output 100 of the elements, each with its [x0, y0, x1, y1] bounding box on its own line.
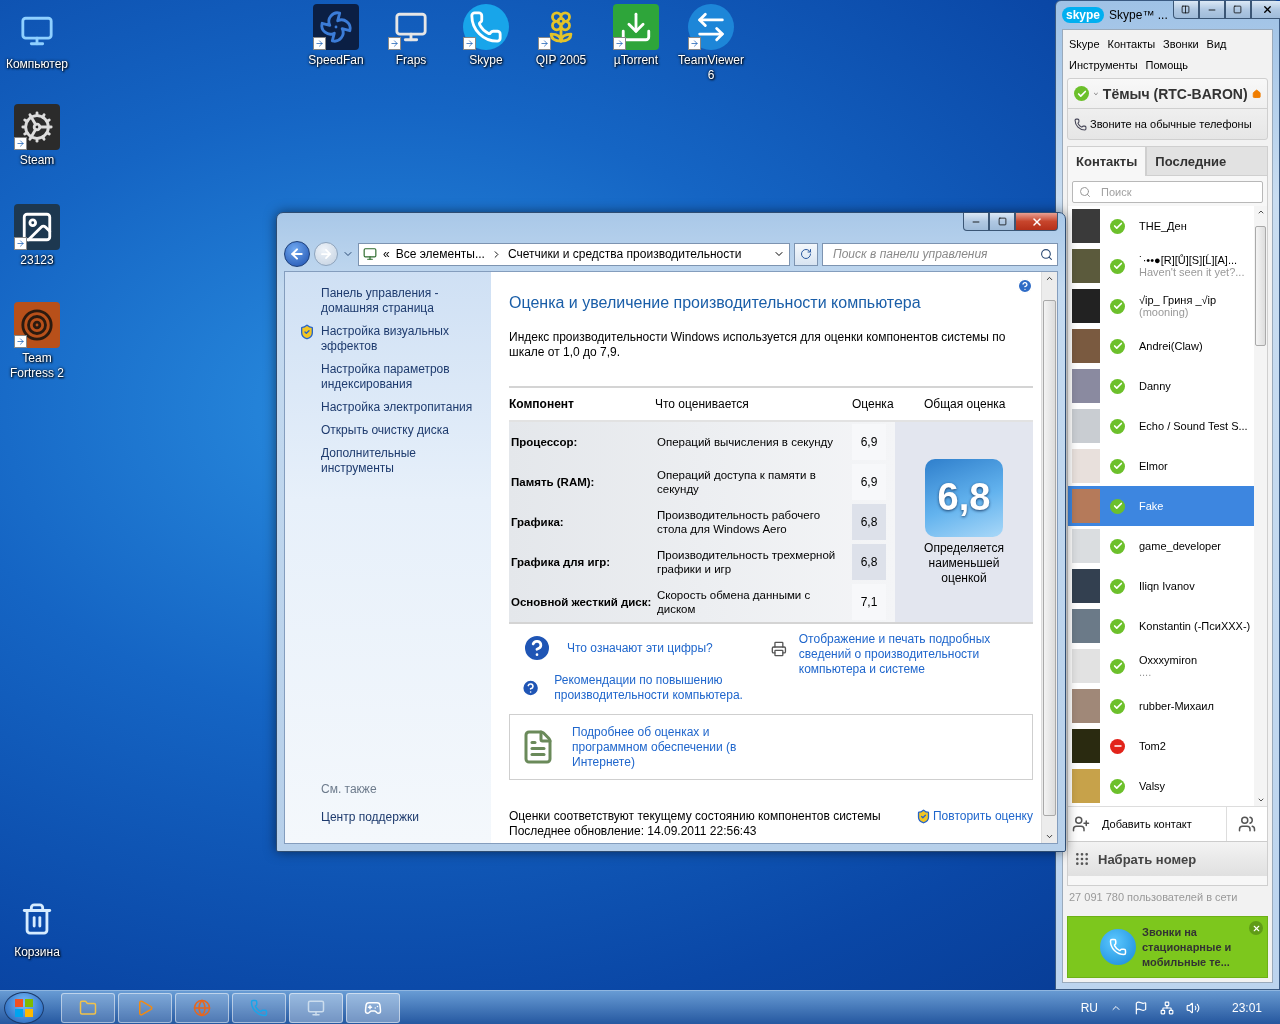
- search-field[interactable]: Поиск: [1072, 181, 1263, 203]
- menu-item[interactable]: Вид: [1206, 34, 1227, 55]
- scroll-thumb[interactable]: [1043, 299, 1056, 816]
- score-cell: 7,1: [852, 584, 886, 620]
- table-cell-text: Основной жесткий диск:: [510, 596, 653, 608]
- taskbar-button[interactable]: [175, 992, 229, 1023]
- windows-logo: [15, 998, 33, 1017]
- menu-item[interactable]: Контакты: [1107, 34, 1156, 55]
- tab[interactable]: Последние: [1146, 146, 1268, 176]
- close-button[interactable]: [1250, 1, 1280, 19]
- icon-label[interactable]: Steam: [19, 153, 55, 168]
- address-bar[interactable]: « Все элементы... Счетчики и средства производительности: [358, 242, 790, 266]
- sidebar-link[interactable]: Настройка электропитания: [321, 400, 473, 415]
- clock[interactable]: 23:01: [1231, 1000, 1262, 1015]
- breadcrumb[interactable]: Счетчики и средства производительности: [507, 247, 742, 261]
- compact-view-button[interactable]: [1172, 1, 1199, 19]
- download-icon[interactable]: [613, 4, 659, 50]
- gear-icon[interactable]: [14, 104, 60, 150]
- sidebar-link[interactable]: Панель управления - домашняя страница: [321, 286, 483, 316]
- call-phones-button[interactable]: Звоните на обычные телефоны: [1068, 109, 1267, 139]
- menu-item[interactable]: Звонки: [1163, 34, 1199, 55]
- rerun-link[interactable]: Повторить оценку: [933, 809, 1033, 824]
- start-button[interactable]: [4, 991, 44, 1024]
- help-link[interactable]: Рекомендации по повышению производительности компьютера.: [554, 673, 771, 703]
- score-cell: 6,9: [852, 424, 886, 460]
- arrows-icon[interactable]: [688, 4, 734, 50]
- breadcrumb[interactable]: Все элементы...: [395, 247, 485, 261]
- sidebar-link[interactable]: Центр поддержки: [321, 810, 419, 825]
- flag-icon[interactable]: [1133, 1000, 1148, 1015]
- app-logo: skype: [1062, 7, 1105, 23]
- sidebar-link[interactable]: Открыть очистку диска: [321, 423, 449, 438]
- info-link[interactable]: Подробнее об оценках и программном обеспечении (в Интернете): [572, 724, 752, 770]
- picture-icon[interactable]: [14, 204, 60, 250]
- taskbar-button[interactable]: [118, 992, 172, 1023]
- section-heading: См. также: [321, 782, 378, 796]
- score-note: Определяется наименьшей оценкой: [923, 540, 1005, 586]
- table-cell-text: Графика для игр:: [510, 556, 612, 568]
- sidebar-link[interactable]: Дополнительные инструменты: [321, 446, 483, 476]
- scroll-down-icon[interactable]: [1256, 796, 1265, 804]
- icon-label[interactable]: QIP 2005: [535, 53, 587, 68]
- icon-label[interactable]: Skype: [469, 53, 503, 68]
- photo-placeholder: [1072, 689, 1100, 723]
- minimize-button[interactable]: [1198, 1, 1225, 19]
- scroll-thumb[interactable]: [1255, 226, 1267, 346]
- contact-name: Danny: [1139, 380, 1171, 392]
- table-cell-text: Производительность трехмерной графики и игр: [656, 548, 837, 576]
- sidebar-link[interactable]: Настройка визуальных эффектов: [321, 324, 483, 354]
- icon-label[interactable]: Fraps: [395, 53, 427, 68]
- scroll-up-icon[interactable]: [1256, 208, 1265, 216]
- photo-placeholder: [1072, 369, 1100, 403]
- target-icon[interactable]: [14, 302, 60, 348]
- online-count: 27 091 780 пользователей в сети: [1068, 890, 1239, 905]
- search-field[interactable]: Поиск в панели управления: [822, 242, 1058, 266]
- scroll-up-icon[interactable]: [1045, 274, 1054, 283]
- contact-name: Iliqn Ivanov: [1139, 580, 1195, 592]
- phone-badge-icon: [1100, 929, 1136, 965]
- speaker-icon[interactable]: [1185, 1000, 1200, 1015]
- phone-icon[interactable]: [463, 4, 509, 50]
- minimize-button[interactable]: [963, 213, 989, 231]
- fan-icon[interactable]: [313, 4, 359, 50]
- promo-banner[interactable]: Звонки на стационарные и мобильные те...: [1067, 916, 1268, 978]
- contact-item[interactable]: Fake: [1068, 486, 1255, 526]
- user-name[interactable]: Тёмыч (RTC-BARON): [1102, 85, 1248, 102]
- language-indicator[interactable]: RU: [1080, 1000, 1098, 1015]
- maximize-button[interactable]: [989, 213, 1015, 231]
- tab[interactable]: Контакты: [1067, 146, 1147, 176]
- page-title: Оценка и увеличение производительности компьютера: [509, 294, 922, 312]
- icon-label[interactable]: Team Fortress 2: [0, 351, 74, 381]
- dial-button[interactable]: Набрать номер: [1068, 841, 1267, 876]
- dial-pad-icon: [1074, 851, 1090, 867]
- column-header: Компонент: [509, 397, 575, 411]
- taskbar-button[interactable]: [232, 992, 286, 1023]
- photo-placeholder: [1072, 569, 1100, 603]
- print-link[interactable]: Отображение и печать подробных сведений о производительности компьютера и системе: [798, 632, 1033, 677]
- sidebar-link[interactable]: Настройка параметров индексирования: [321, 362, 483, 392]
- refresh-button[interactable]: [794, 242, 818, 266]
- menu-item[interactable]: Помощь: [1145, 55, 1189, 76]
- maximize-button[interactable]: [1224, 1, 1251, 19]
- taskbar-button[interactable]: [61, 992, 115, 1023]
- icon-label[interactable]: TeamViewer 6: [674, 53, 748, 83]
- table-cell-text: Производительность рабочего стола для Windows Aero: [656, 508, 822, 536]
- score-cell: 6,8: [852, 504, 886, 540]
- help-link[interactable]: Что означают эти цифры?: [567, 640, 713, 656]
- column-header: Общая оценка: [924, 397, 1007, 411]
- taskbar-button[interactable]: [346, 992, 400, 1023]
- menu-item[interactable]: Инструменты: [1069, 55, 1138, 76]
- shield-icon: [916, 809, 931, 824]
- icon-label[interactable]: 23123: [20, 253, 54, 268]
- network-icon[interactable]: [1159, 1000, 1174, 1015]
- breadcrumb-overflow[interactable]: «: [383, 247, 390, 261]
- scroll-down-icon[interactable]: [1045, 832, 1054, 841]
- back-button[interactable]: [284, 241, 310, 267]
- icon-label[interactable]: Компьютер: [5, 57, 69, 72]
- icon-label[interactable]: SpeedFan: [308, 53, 364, 68]
- icon-label[interactable]: µTorrent: [613, 53, 659, 68]
- icon-label[interactable]: Корзина: [14, 945, 60, 960]
- contact-name: THE_Ден: [1139, 220, 1187, 232]
- photo-placeholder: [1072, 209, 1100, 243]
- menu-item[interactable]: Skype: [1069, 34, 1100, 55]
- help-icon[interactable]: [1017, 278, 1033, 294]
